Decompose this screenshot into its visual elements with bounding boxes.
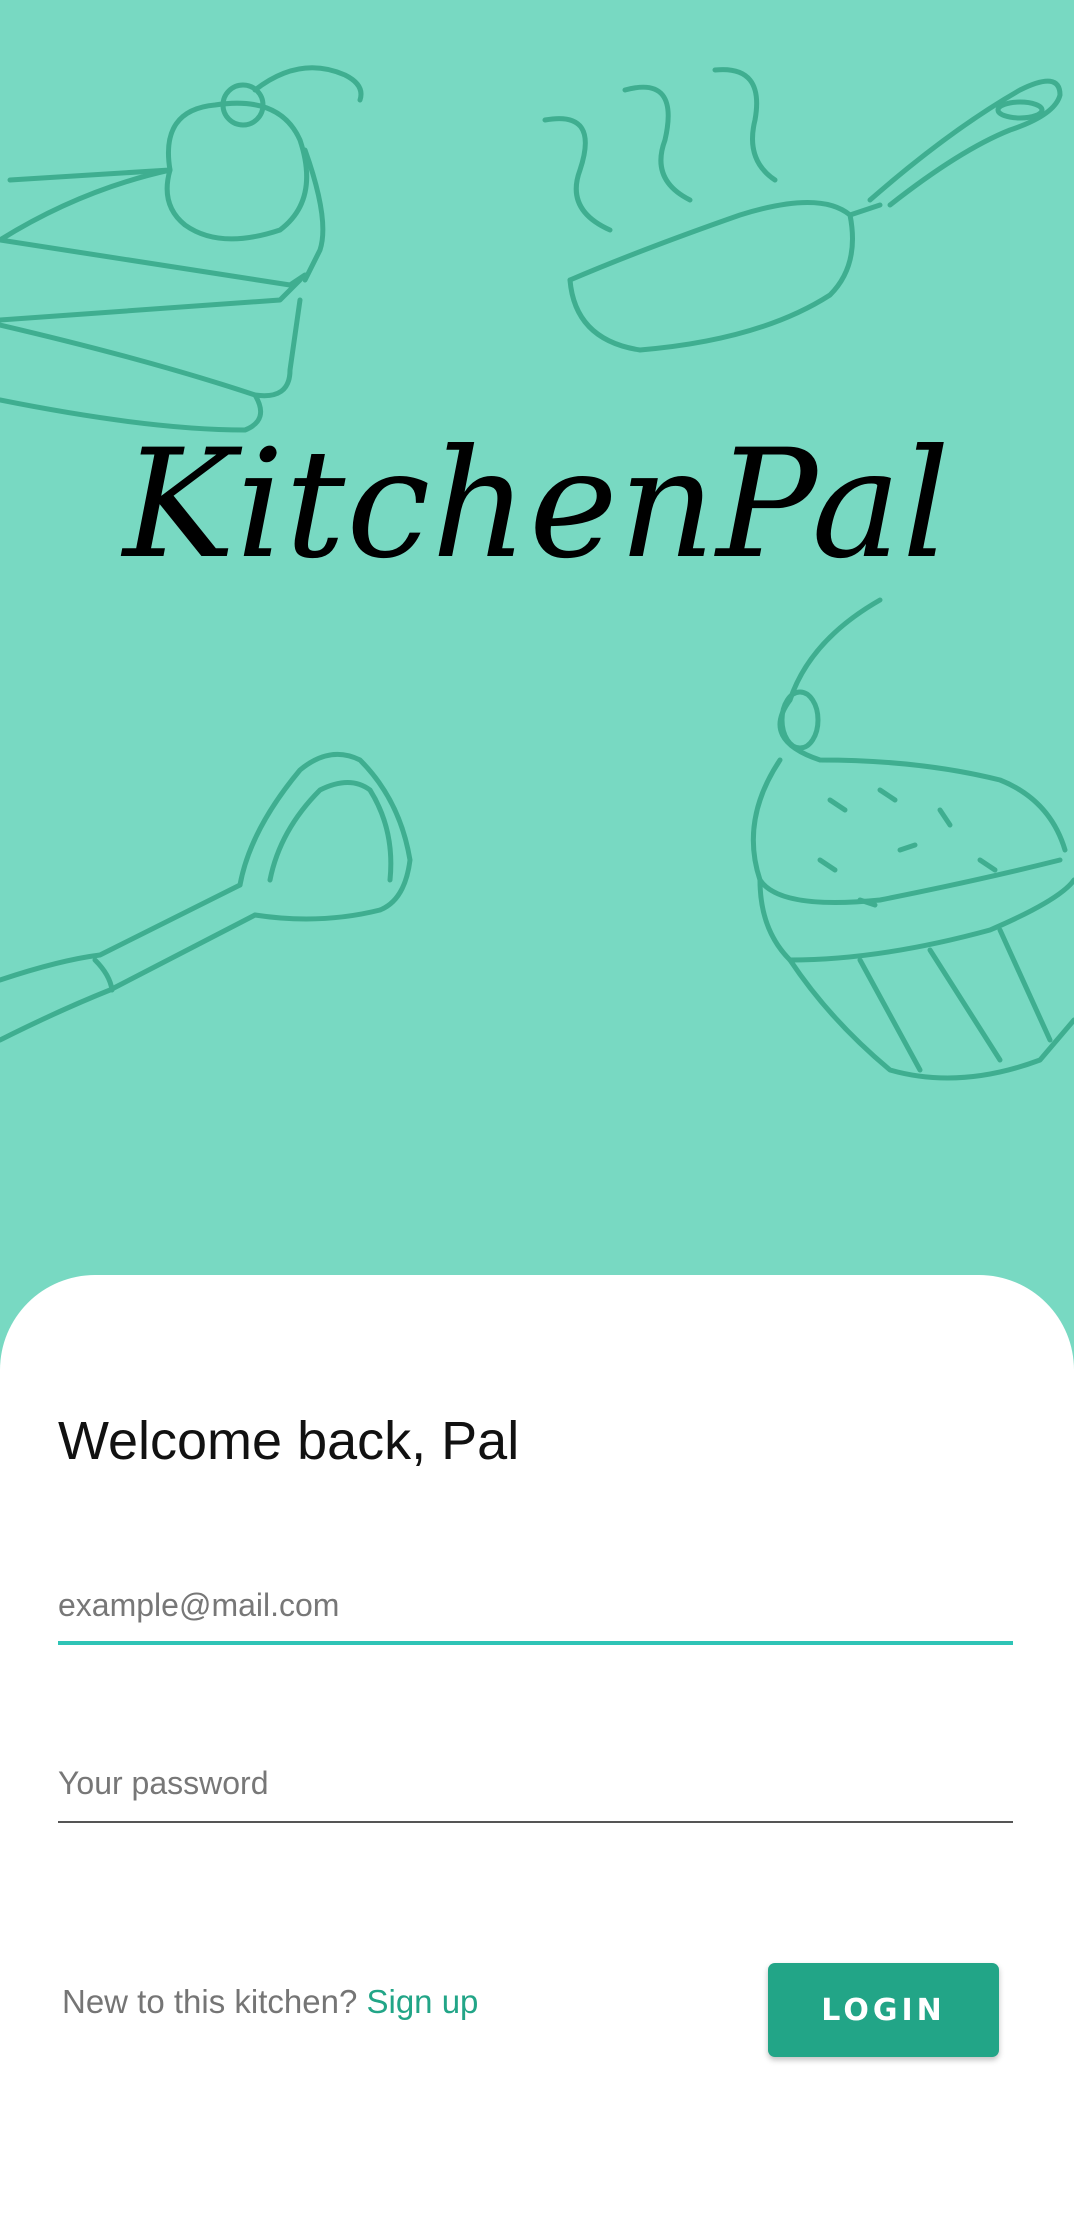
- password-field[interactable]: [58, 1753, 1013, 1813]
- kitchen-doodles: [0, 65, 1074, 1081]
- app-title: KitchenPal: [123, 418, 951, 592]
- cake-slice-icon: [0, 65, 364, 433]
- frying-pan-icon: [542, 67, 1063, 353]
- signup-link[interactable]: Sign up: [366, 1983, 478, 2020]
- email-field-underline: [58, 1641, 1013, 1645]
- login-card: Welcome back, Pal New to this kitchen? S…: [0, 1275, 1074, 2229]
- login-button[interactable]: LOGIN: [768, 1963, 999, 2057]
- password-field-container: [58, 1753, 1013, 1823]
- email-field-container: [58, 1575, 1013, 1645]
- cupcake-icon: [750, 597, 1074, 1081]
- signup-prompt-row: New to this kitchen? Sign up: [62, 1983, 478, 2021]
- welcome-heading: Welcome back, Pal: [58, 1411, 520, 1471]
- hero-banner: KitchenPal: [0, 0, 1074, 1320]
- password-field-underline: [58, 1821, 1013, 1823]
- login-screen: KitchenPal Welcome back, Pal New to this…: [0, 0, 1074, 2229]
- signup-prompt-text: New to this kitchen?: [62, 1983, 358, 2020]
- email-field[interactable]: [58, 1575, 1013, 1635]
- spatula-icon: [0, 751, 413, 1043]
